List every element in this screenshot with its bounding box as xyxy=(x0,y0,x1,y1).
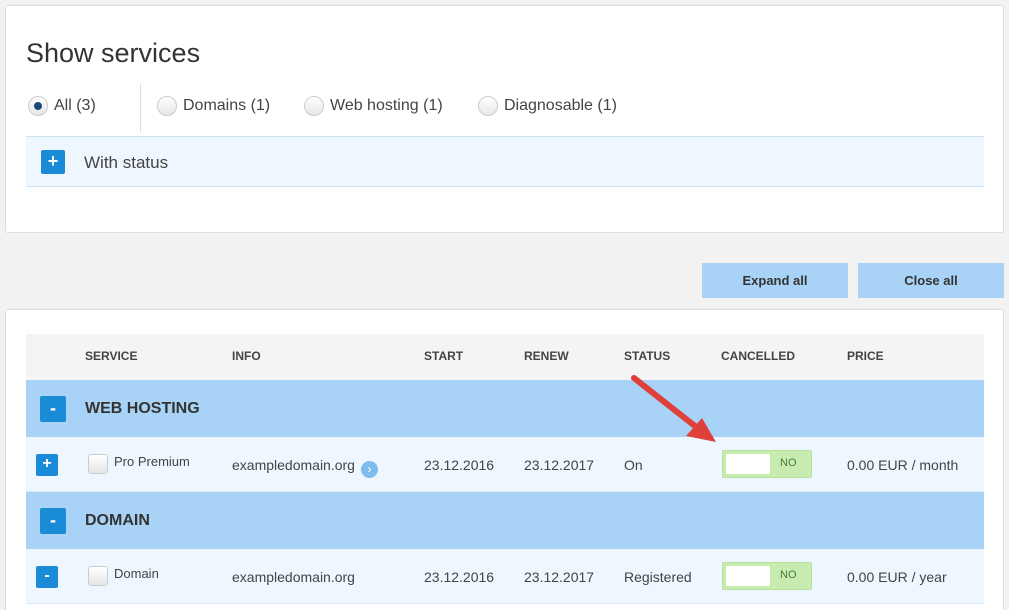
cancelled-toggle[interactable]: NO xyxy=(722,562,812,590)
filter-diagnosable-label: Diagnosable (1) xyxy=(504,97,617,114)
start-date: 23.12.2016 xyxy=(424,569,495,585)
expand-all-button[interactable]: Expand all xyxy=(702,263,848,298)
services-table: SERVICE INFO START RENEW STATUS CANCELLE… xyxy=(26,334,984,604)
header-renew: RENEW xyxy=(524,349,569,363)
filter-divider xyxy=(140,84,141,132)
cancelled-value: NO xyxy=(780,569,797,581)
page-title: Show services xyxy=(26,38,201,68)
radio-unchecked-icon xyxy=(304,96,324,116)
header-service: SERVICE xyxy=(85,349,138,363)
filter-panel: Show services All (3) Domains (1) Web ho… xyxy=(5,5,1004,233)
radio-unchecked-icon xyxy=(478,96,498,116)
toggle-knob xyxy=(726,454,770,474)
renew-date: 23.12.2017 xyxy=(524,569,595,585)
radio-unchecked-icon xyxy=(157,96,177,116)
cancelled-toggle[interactable]: NO xyxy=(722,450,812,478)
filter-domains-label: Domains (1) xyxy=(183,97,271,114)
toggle-knob xyxy=(726,566,770,586)
filter-all-label: All (3) xyxy=(54,97,96,114)
header-info: INFO xyxy=(232,349,261,363)
close-all-button[interactable]: Close all xyxy=(858,263,1004,298)
service-name: Pro Premium xyxy=(114,454,190,469)
header-cancelled: CANCELLED xyxy=(721,349,795,363)
info-cell: exampledomain.org › xyxy=(232,457,378,478)
filter-web-hosting-radio[interactable]: Web hosting (1) xyxy=(304,96,443,116)
expand-row-button[interactable]: + xyxy=(36,454,58,476)
chevron-right-icon[interactable]: › xyxy=(360,461,378,478)
group-title: DOMAIN xyxy=(85,512,150,529)
collapse-group-button[interactable]: - xyxy=(40,396,66,422)
group-row-web-hosting: - WEB HOSTING xyxy=(26,380,984,437)
expand-status-button[interactable]: + xyxy=(41,150,65,174)
start-date: 23.12.2016 xyxy=(424,457,495,473)
radio-checked-icon xyxy=(28,96,48,116)
info-domain: exampledomain.org xyxy=(232,457,355,473)
status-value: Registered xyxy=(624,569,692,585)
filter-all-radio[interactable]: All (3) xyxy=(28,96,96,116)
row-checkbox[interactable] xyxy=(88,566,108,586)
filter-domains-radio[interactable]: Domains (1) xyxy=(157,96,270,116)
table-row: - Domain exampledomain.org 23.12.2016 23… xyxy=(26,549,984,604)
info-domain: exampledomain.org xyxy=(232,569,355,585)
collapse-row-button[interactable]: - xyxy=(36,566,58,588)
price-value: 0.00 EUR / month xyxy=(847,457,959,473)
header-status: STATUS xyxy=(624,349,671,363)
group-row-domain: - DOMAIN xyxy=(26,492,984,549)
table-header: SERVICE INFO START RENEW STATUS CANCELLE… xyxy=(26,334,984,380)
with-status-label: With status xyxy=(84,153,169,172)
group-title: WEB HOSTING xyxy=(85,400,200,417)
collapse-group-button[interactable]: - xyxy=(40,508,66,534)
header-price: PRICE xyxy=(847,349,884,363)
filter-diagnosable-radio[interactable]: Diagnosable (1) xyxy=(478,96,617,116)
renew-date: 23.12.2017 xyxy=(524,457,595,473)
filter-web-hosting-label: Web hosting (1) xyxy=(330,97,443,114)
with-status-bar[interactable]: + With status xyxy=(26,136,984,187)
table-row: + Pro Premium exampledomain.org › 23.12.2… xyxy=(26,437,984,492)
header-start: START xyxy=(424,349,464,363)
services-panel: SERVICE INFO START RENEW STATUS CANCELLE… xyxy=(5,309,1004,610)
cancelled-value: NO xyxy=(780,457,797,469)
row-checkbox[interactable] xyxy=(88,454,108,474)
status-value: On xyxy=(624,457,643,473)
price-value: 0.00 EUR / year xyxy=(847,569,947,585)
service-name: Domain xyxy=(114,566,159,581)
